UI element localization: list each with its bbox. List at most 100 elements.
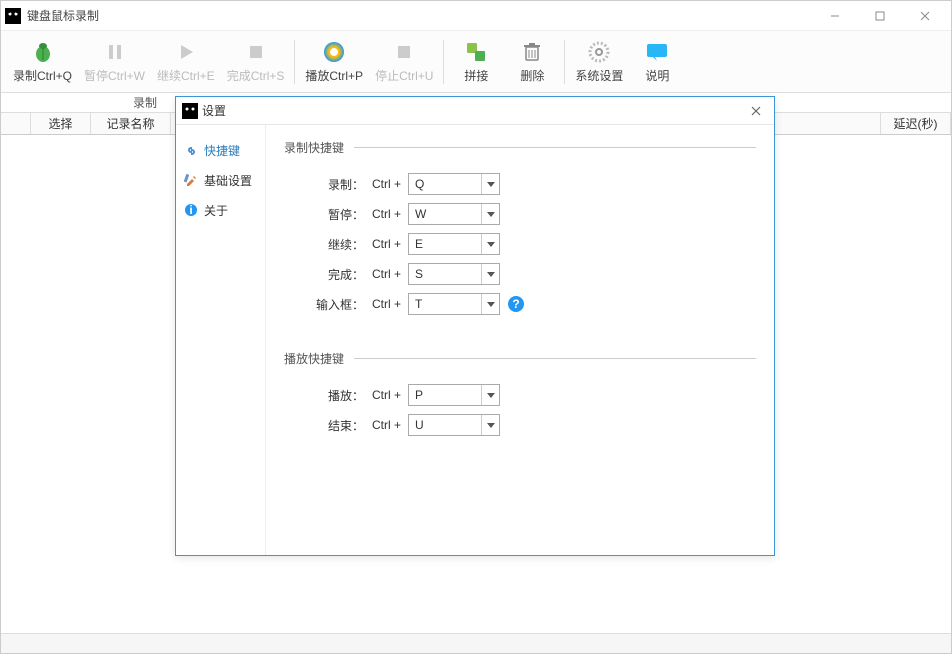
dialog-close-button[interactable] — [744, 99, 768, 123]
record-button[interactable]: 录制Ctrl+Q — [7, 32, 78, 92]
settings-label: 系统设置 — [575, 67, 623, 84]
section-record-shortcuts: 录制快捷键 — [284, 139, 756, 156]
col-select[interactable]: 选择 — [31, 113, 91, 134]
info-icon: i — [184, 203, 198, 217]
row-end: 结束： Ctrl + U — [284, 411, 756, 439]
row-record: 录制： Ctrl + Q — [284, 170, 756, 198]
play-icon — [173, 39, 199, 65]
play-button[interactable]: 播放Ctrl+P — [299, 32, 369, 92]
join-label: 拼接 — [464, 67, 488, 84]
ctrl-prefix: Ctrl + — [364, 267, 408, 281]
label-play: 播放： — [284, 387, 364, 404]
combo-record[interactable]: Q — [408, 173, 500, 195]
label-resume: 继续： — [284, 236, 364, 253]
combo-resume[interactable]: E — [408, 233, 500, 255]
help-icon — [644, 39, 670, 65]
chevron-down-icon — [481, 204, 499, 224]
toolbar-separator — [443, 40, 444, 84]
tools-icon — [184, 173, 198, 187]
combo-end-value: U — [409, 418, 481, 432]
resume-label: 继续Ctrl+E — [157, 67, 215, 84]
join-button[interactable]: 拼接 — [448, 32, 504, 92]
label-finish: 完成： — [284, 266, 364, 283]
chevron-down-icon — [481, 415, 499, 435]
finish-button[interactable]: 完成Ctrl+S — [221, 32, 291, 92]
row-play: 播放： Ctrl + P — [284, 381, 756, 409]
dialog-content: 录制快捷键 录制： Ctrl + Q 暂停： Ctrl + W — [266, 125, 774, 555]
stop-square-icon — [243, 39, 269, 65]
chevron-down-icon — [481, 264, 499, 284]
row-input: 输入框： Ctrl + T ? — [284, 290, 756, 318]
col-delay[interactable]: 延迟(秒) — [881, 113, 951, 134]
combo-finish[interactable]: S — [408, 263, 500, 285]
section2-label: 播放快捷键 — [284, 350, 344, 367]
delete-label: 删除 — [520, 67, 544, 84]
gear-icon — [586, 39, 612, 65]
chevron-down-icon — [481, 294, 499, 314]
pause-icon — [102, 39, 128, 65]
trash-icon — [519, 39, 545, 65]
help-button[interactable]: 说明 — [629, 32, 685, 92]
help-label: 说明 — [645, 67, 669, 84]
combo-finish-value: S — [409, 267, 481, 281]
window-title: 键盘鼠标录制 — [27, 7, 812, 24]
ctrl-prefix: Ctrl + — [364, 177, 408, 191]
pause-label: 暂停Ctrl+W — [84, 67, 145, 84]
combo-record-value: Q — [409, 177, 481, 191]
play-label: 播放Ctrl+P — [305, 67, 363, 84]
combo-end[interactable]: U — [408, 414, 500, 436]
section1-label: 录制快捷键 — [284, 139, 344, 156]
close-button[interactable] — [902, 2, 947, 30]
delete-button[interactable]: 删除 — [504, 32, 560, 92]
stop-icon — [391, 39, 417, 65]
toolbar-separator — [294, 40, 295, 84]
label-record: 录制： — [284, 176, 364, 193]
sidebar-item-shortcuts[interactable]: 快捷键 — [176, 135, 265, 165]
chevron-down-icon — [481, 234, 499, 254]
help-icon-button[interactable]: ? — [506, 294, 526, 314]
sidebar-about-label: 关于 — [204, 202, 228, 219]
label-pause: 暂停： — [284, 206, 364, 223]
finish-label: 完成Ctrl+S — [227, 67, 285, 84]
stop-label: 停止Ctrl+U — [375, 67, 433, 84]
sidebar-basic-label: 基础设置 — [204, 172, 252, 189]
combo-input-value: T — [409, 297, 481, 311]
dialog-titlebar: 设置 — [176, 97, 774, 125]
dialog-title: 设置 — [202, 102, 744, 119]
toolbar: 录制Ctrl+Q 暂停Ctrl+W 继续Ctrl+E 完成Ctrl+S 播放C — [1, 31, 951, 93]
dialog-sidebar: 快捷键 基础设置 i 关于 — [176, 125, 266, 555]
combo-pause[interactable]: W — [408, 203, 500, 225]
sidebar-item-about[interactable]: i 关于 — [176, 195, 265, 225]
section-line — [354, 358, 756, 359]
ctrl-prefix: Ctrl + — [364, 237, 408, 251]
ctrl-prefix: Ctrl + — [364, 297, 408, 311]
window-controls — [812, 2, 947, 30]
pause-button[interactable]: 暂停Ctrl+W — [78, 32, 151, 92]
section-line — [354, 147, 756, 148]
chevron-down-icon — [481, 174, 499, 194]
section-play-shortcuts: 播放快捷键 — [284, 350, 756, 367]
sidebar-shortcuts-label: 快捷键 — [204, 142, 240, 159]
col-blank[interactable] — [1, 113, 31, 134]
stop-button[interactable]: 停止Ctrl+U — [369, 32, 439, 92]
join-icon — [463, 39, 489, 65]
app-icon — [5, 8, 21, 24]
minimize-button[interactable] — [812, 2, 857, 30]
ctrl-prefix: Ctrl + — [364, 418, 408, 432]
combo-input[interactable]: T — [408, 293, 500, 315]
combo-play[interactable]: P — [408, 384, 500, 406]
dialog-icon — [182, 103, 198, 119]
status-bar — [1, 633, 951, 653]
chevron-down-icon — [481, 385, 499, 405]
row-pause: 暂停： Ctrl + W — [284, 200, 756, 228]
ctrl-prefix: Ctrl + — [364, 207, 408, 221]
sidebar-item-basic[interactable]: 基础设置 — [176, 165, 265, 195]
col-name[interactable]: 记录名称 — [91, 113, 171, 134]
link-icon — [184, 143, 198, 157]
maximize-button[interactable] — [857, 2, 902, 30]
settings-button[interactable]: 系统设置 — [569, 32, 629, 92]
resume-button[interactable]: 继续Ctrl+E — [151, 32, 221, 92]
bug-icon — [30, 39, 56, 65]
svg-text:?: ? — [512, 297, 519, 311]
combo-resume-value: E — [409, 237, 481, 251]
